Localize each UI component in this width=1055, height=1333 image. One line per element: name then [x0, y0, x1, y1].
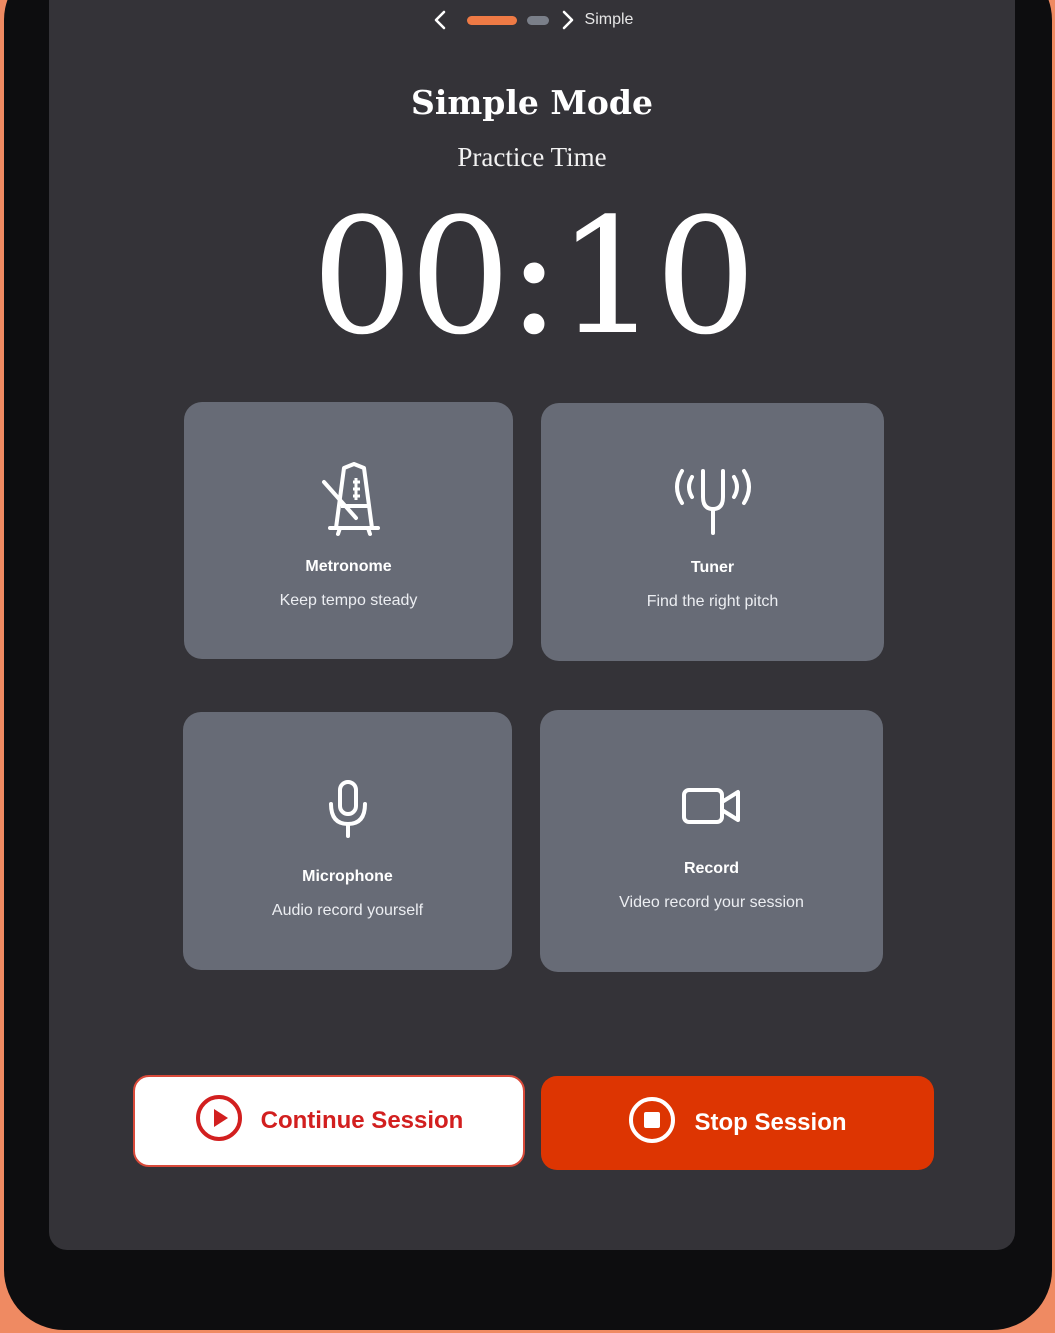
tool-name: Metronome: [305, 558, 392, 575]
stop-session-label: Stop Session: [694, 1109, 847, 1136]
continue-session-label: Continue Session: [260, 1107, 464, 1134]
stop-circle-icon: [628, 1096, 676, 1151]
tool-description: Keep tempo steady: [279, 592, 418, 609]
tool-name: Record: [683, 860, 740, 877]
page-indicator-active[interactable]: [466, 15, 517, 25]
tool-name: Microphone: [302, 868, 393, 885]
page-indicator[interactable]: [526, 15, 549, 25]
tool-description: Audio record yourself: [271, 902, 424, 919]
video-camera-icon: [680, 766, 744, 846]
tuner-card[interactable]: Tuner Find the right pitch: [541, 403, 884, 661]
mode-navigation: Simple: [49, 9, 1015, 31]
page-title: Simple Mode: [411, 83, 653, 122]
practice-timer: 00:10: [311, 183, 756, 370]
metronome-icon: [314, 458, 384, 538]
record-card[interactable]: Record Video record your session: [540, 710, 883, 972]
tablet-frame: Simple Simple Mode Practice Time 00:10 M…: [4, 0, 1052, 1330]
mode-label: Simple: [584, 11, 634, 28]
tuning-fork-icon: [668, 459, 758, 539]
microphone-card[interactable]: Microphone Audio record yourself: [183, 712, 512, 970]
tool-description: Video record your session: [619, 894, 804, 911]
tool-description: Find the right pitch: [646, 593, 779, 610]
continue-session-button[interactable]: Continue Session: [133, 1075, 525, 1167]
chevron-left-icon[interactable]: [431, 9, 449, 31]
stop-session-button[interactable]: Stop Session: [541, 1076, 934, 1170]
tool-name: Tuner: [690, 559, 735, 576]
metronome-card[interactable]: Metronome Keep tempo steady: [184, 402, 513, 659]
microphone-icon: [323, 768, 373, 848]
play-circle-icon: [195, 1094, 243, 1149]
chevron-right-icon[interactable]: [559, 9, 577, 31]
app-screen: Simple Simple Mode Practice Time 00:10 M…: [49, 0, 1015, 1250]
